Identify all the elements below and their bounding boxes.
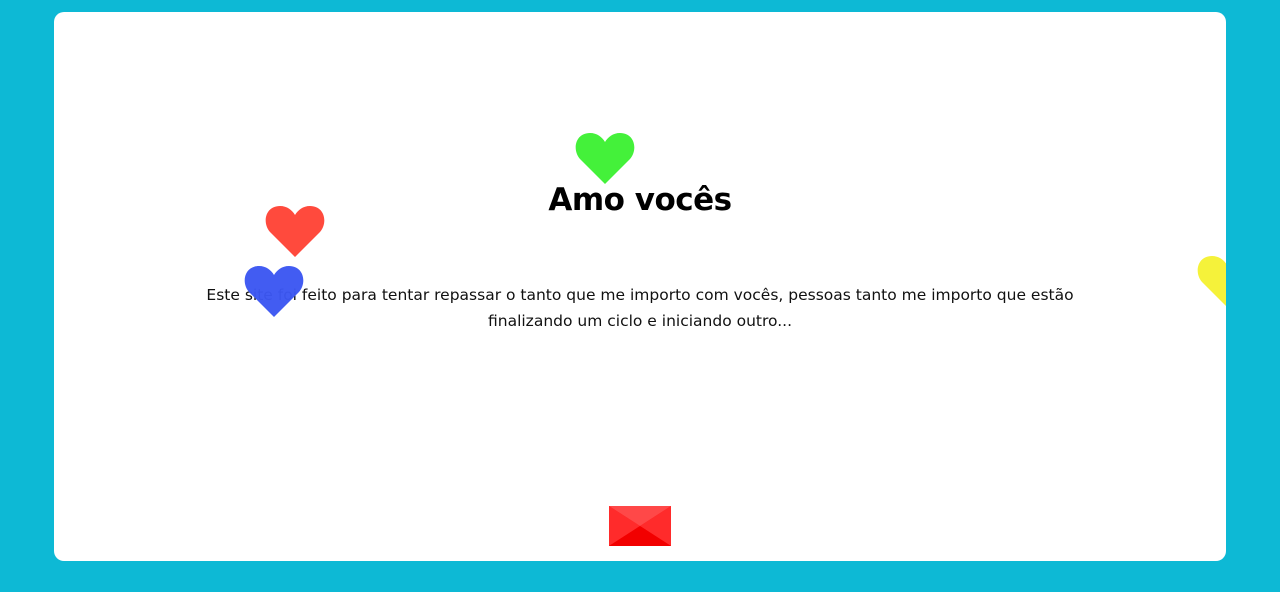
heart-icon-blue [244, 264, 304, 318]
heart-icon-red [265, 204, 325, 258]
heart-icon-green [575, 131, 635, 185]
page-message: Este site foi feito para tentar repassar… [206, 286, 1074, 330]
page-title: Amo vocês [548, 182, 732, 218]
heart-icon-yellow [1197, 254, 1226, 308]
content-card: Amo vocês Este site foi feito para tenta… [54, 12, 1226, 561]
envelope-icon[interactable] [609, 506, 671, 546]
